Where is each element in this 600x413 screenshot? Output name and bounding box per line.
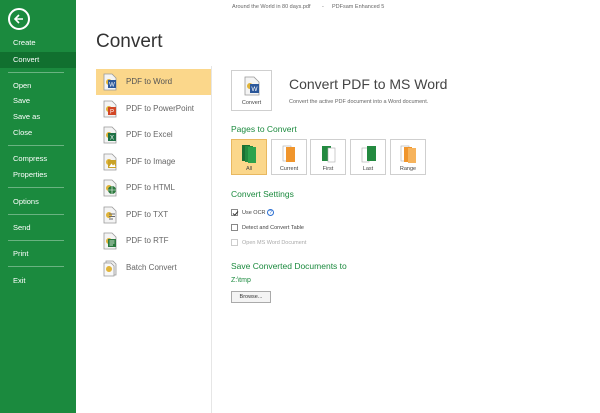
use-ocr-checkbox[interactable] [231, 209, 239, 216]
page-title: Convert [96, 31, 163, 52]
menu-convert[interactable]: Convert [0, 52, 76, 68]
page-option-label: Range [399, 166, 417, 172]
help-icon[interactable]: ? [267, 209, 274, 216]
app-title: PDFsam Enhanced 5 [332, 4, 385, 10]
svg-text:X: X [110, 136, 114, 142]
conv-item-pdf-to-word[interactable]: W PDF to Word [96, 69, 211, 95]
browse-button[interactable]: Browse... [231, 291, 271, 303]
menu-separator [8, 240, 64, 241]
page-option-current[interactable]: Current [271, 139, 307, 175]
conv-item-label: Batch Convert [126, 263, 177, 272]
menu-properties[interactable]: Properties [0, 167, 76, 183]
back-arrow-button[interactable] [8, 8, 30, 30]
conv-item-pdf-to-excel[interactable]: X PDF to Excel [96, 122, 211, 148]
menu-send[interactable]: Send [0, 220, 76, 236]
menu-separator [8, 266, 64, 267]
svg-text:P: P [110, 110, 114, 116]
open-word-option: Open MS Word Document [231, 239, 351, 248]
conv-item-pdf-to-image[interactable]: PDF to Image [96, 149, 211, 175]
page-option-all[interactable]: All [231, 139, 267, 175]
batch-convert-icon [102, 259, 118, 288]
conv-item-label: PDF to Word [126, 77, 173, 86]
conv-item-batch-convert[interactable]: Batch Convert [96, 255, 211, 281]
detect-tables-option: Detect and Convert Table [231, 224, 351, 233]
pages-to-convert-title: Pages to Convert [231, 124, 297, 134]
page-option-label: First [322, 166, 334, 172]
save-path: Z:\tmp [231, 277, 251, 284]
back-arrow-icon [13, 14, 23, 24]
convert-heading: Convert PDF to MS Word [289, 76, 448, 92]
save-location-title: Save Converted Documents to [231, 261, 347, 271]
conv-item-label: PDF to HTML [126, 183, 175, 192]
conv-item-label: PDF to PowerPoint [126, 104, 195, 113]
menu-print[interactable]: Print [0, 246, 76, 262]
convert-button[interactable]: W Convert [231, 70, 272, 111]
convert-description: Convert the active PDF document into a W… [289, 99, 429, 105]
page-option-label: Current [279, 166, 299, 172]
menu-separator [8, 72, 64, 73]
conv-item-pdf-to-powerpoint[interactable]: P PDF to PowerPoint [96, 96, 211, 122]
menu-separator [8, 187, 64, 188]
svg-text:W: W [251, 86, 258, 93]
page-option-first[interactable]: First [310, 139, 346, 175]
backstage-sidebar: Create Convert Open Save Save as Close C… [0, 0, 76, 413]
menu-close[interactable]: Close [0, 125, 76, 141]
detect-tables-label: Detect and Convert Table [242, 225, 304, 231]
panel-divider [211, 66, 212, 413]
menu-exit[interactable]: Exit [0, 273, 76, 289]
page-option-label: Last [362, 166, 374, 172]
page-option-range[interactable]: Range [390, 139, 426, 175]
conv-item-pdf-to-html[interactable]: PDF to HTML [96, 175, 211, 201]
convert-settings-title: Convert Settings [231, 189, 294, 199]
conv-item-label: PDF to RTF [126, 236, 169, 245]
page-option-label: All [245, 166, 253, 172]
open-word-checkbox [231, 239, 238, 246]
conv-item-label: PDF to Image [126, 157, 176, 166]
title-bar: Around the World in 80 days.pdf - PDFsam… [76, 0, 600, 14]
menu-options[interactable]: Options [0, 194, 76, 210]
checkmark-icon [232, 211, 239, 216]
use-ocr-option: Use OCR ? [231, 209, 291, 218]
convert-button-label: Convert [241, 100, 262, 106]
conv-item-label: PDF to TXT [126, 210, 169, 219]
conv-item-pdf-to-txt[interactable]: PDF to TXT [96, 202, 211, 228]
menu-compress[interactable]: Compress [0, 151, 76, 167]
conv-item-pdf-to-rtf[interactable]: PDF to RTF [96, 228, 211, 254]
page-option-last[interactable]: Last [350, 139, 386, 175]
menu-save[interactable]: Save [0, 93, 76, 109]
document-title: Around the World in 80 days.pdf [232, 4, 311, 10]
use-ocr-label: Use OCR [242, 210, 266, 216]
open-word-label: Open MS Word Document [242, 240, 307, 246]
menu-separator [8, 145, 64, 146]
detect-tables-checkbox[interactable] [231, 224, 238, 231]
menu-open[interactable]: Open [0, 78, 76, 94]
menu-create[interactable]: Create [0, 35, 76, 51]
menu-separator [8, 214, 64, 215]
svg-text:W: W [109, 83, 115, 89]
title-separator: - [322, 4, 324, 10]
word-doc-icon: W [244, 76, 260, 101]
conv-item-label: PDF to Excel [126, 130, 173, 139]
menu-save-as[interactable]: Save as [0, 109, 76, 125]
